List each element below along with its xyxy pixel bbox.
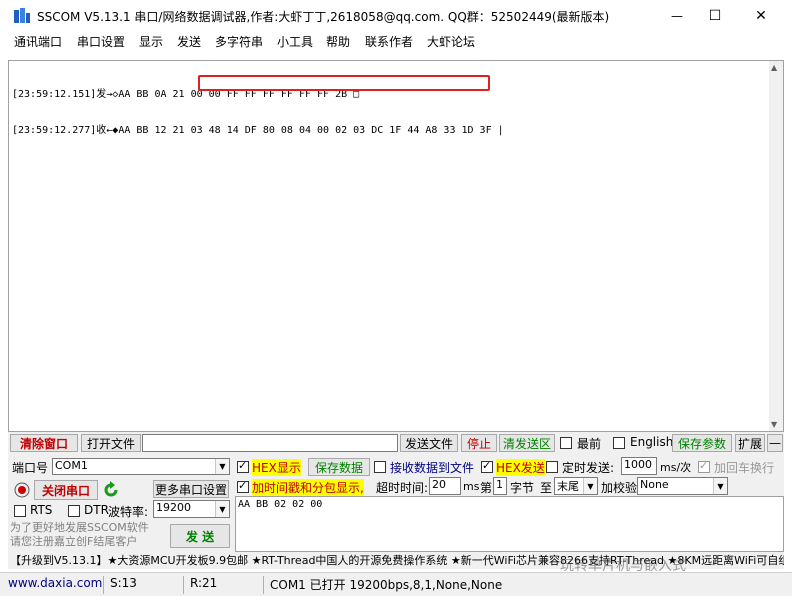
hex-send-checkbox[interactable] bbox=[481, 459, 493, 473]
baud-rate-value: 19200 bbox=[156, 501, 191, 514]
checksum-label: 加校验 bbox=[601, 481, 638, 495]
maximize-button[interactable]: ☐ bbox=[692, 0, 738, 31]
nth-byte-label: 第 bbox=[480, 481, 493, 495]
hex-display-label: HEX显示 bbox=[252, 459, 301, 476]
menu-multi-string[interactable]: 多字符串 bbox=[215, 33, 263, 50]
to-label: 至 bbox=[540, 481, 553, 495]
recv-to-file-label: 接收数据到文件 bbox=[390, 461, 475, 475]
stop-button[interactable]: 停止 bbox=[461, 434, 497, 452]
promo-text[interactable]: 为了更好地发展SSCOM软件 请您注册嘉立创F结尾客户 bbox=[10, 521, 149, 549]
dtr-checkbox[interactable] bbox=[68, 505, 80, 517]
topmost-checkbox[interactable] bbox=[560, 437, 572, 449]
menu-forum[interactable]: 大虾论坛 bbox=[427, 33, 475, 50]
port-status-text: COM1 已打开 19200bps,8,1,None,None bbox=[270, 578, 503, 592]
clear-send-button[interactable]: 清发送区 bbox=[499, 434, 555, 452]
interval-unit-label: ms/次 bbox=[660, 461, 692, 474]
menu-help[interactable]: 帮助 bbox=[326, 33, 350, 50]
rts-label: RTS bbox=[30, 503, 53, 517]
menu-bar: 通讯端口 串口设置 显示 发送 多字符串 小工具 帮助 联系作者 大虾论坛 bbox=[10, 31, 792, 51]
timeout-input[interactable]: 20 bbox=[429, 477, 461, 495]
save-data-button[interactable]: 保存数据 bbox=[308, 458, 370, 476]
timed-send-label: 定时发送: bbox=[562, 461, 615, 475]
send-input[interactable]: AA BB 02 02 00 bbox=[235, 496, 784, 552]
topmost-label: 最前 bbox=[577, 437, 602, 451]
english-checkbox[interactable] bbox=[613, 437, 625, 449]
timestamp-checkbox[interactable] bbox=[237, 479, 249, 493]
menu-comm-port[interactable]: 通讯端口 bbox=[14, 33, 62, 50]
interval-input[interactable]: 1000 bbox=[621, 457, 657, 475]
highlight-annotation bbox=[198, 75, 490, 91]
hex-send-label: HEX发送 bbox=[496, 459, 545, 476]
byte-label: 字节 bbox=[510, 481, 535, 495]
control-panel: 清除窗口 打开文件 发送文件 停止 清发送区 最前 English 保存参数 扩… bbox=[8, 432, 784, 569]
close-port-button[interactable]: 关闭串口 bbox=[34, 480, 98, 500]
add-cr-label: 加回车换行 bbox=[714, 461, 775, 475]
hex-display-checkbox[interactable] bbox=[237, 459, 249, 473]
log-scrollbar[interactable]: ▲ ▼ bbox=[769, 61, 783, 431]
english-label: English bbox=[630, 435, 674, 449]
minimize-icon: — bbox=[671, 8, 683, 23]
website-link[interactable]: www.daxia.com bbox=[4, 576, 104, 594]
timestamp-label: 加时间戳和分包显示, bbox=[252, 479, 364, 496]
chevron-down-icon: ▼ bbox=[583, 478, 597, 494]
maximize-icon: ☐ bbox=[708, 7, 722, 24]
expand-button[interactable]: 扩展 bbox=[735, 434, 765, 452]
scroll-down-icon[interactable]: ▼ bbox=[771, 420, 777, 429]
chevron-down-icon: ▼ bbox=[713, 478, 727, 494]
close-button[interactable]: ✕ bbox=[738, 0, 784, 31]
baud-rate-select[interactable]: 19200 ▼ bbox=[153, 500, 230, 518]
rts-checkbox[interactable] bbox=[14, 505, 26, 517]
clear-window-button[interactable]: 清除窗口 bbox=[10, 434, 78, 452]
menu-send[interactable]: 发送 bbox=[177, 33, 201, 50]
checksum-select[interactable]: None ▼ bbox=[637, 477, 728, 495]
timeout-unit-label: ms bbox=[463, 480, 480, 493]
log-line-received: [23:59:12.277]收←◆AA BB 12 21 03 48 14 DF… bbox=[12, 125, 504, 136]
open-file-button[interactable]: 打开文件 bbox=[81, 434, 141, 452]
baud-rate-label: 波特率: bbox=[108, 505, 149, 519]
watermark: 玩转单片机与嵌入式 bbox=[560, 558, 686, 574]
timed-send-checkbox[interactable] bbox=[546, 461, 558, 473]
status-bar: www.daxia.com S:13 R:21 COM1 已打开 19200bp… bbox=[0, 572, 792, 596]
sscom-app-icon bbox=[14, 8, 30, 23]
menu-contact-author[interactable]: 联系作者 bbox=[365, 33, 413, 50]
receive-log[interactable]: [23:59:12.151]发→◇AA BB 0A 21 00 00 FF FF… bbox=[8, 60, 784, 432]
menu-serial-settings[interactable]: 串口设置 bbox=[77, 33, 125, 50]
file-path-input[interactable] bbox=[142, 434, 398, 452]
close-icon: ✕ bbox=[755, 7, 767, 24]
timeout-label: 超时时间: bbox=[376, 481, 429, 495]
chevron-down-icon: ▼ bbox=[215, 501, 229, 517]
title-bar: SSCOM V5.13.1 串口/网络数据调试器,作者:大虾丁丁,2618058… bbox=[0, 0, 792, 31]
end-value: 末尾 bbox=[557, 480, 579, 493]
menu-display[interactable]: 显示 bbox=[139, 33, 163, 50]
sent-count: S:13 bbox=[106, 576, 184, 594]
recv-to-file-checkbox[interactable] bbox=[374, 461, 386, 473]
send-button[interactable]: 发 送 bbox=[170, 524, 230, 548]
dtr-label: DTR bbox=[84, 503, 109, 517]
end-select[interactable]: 末尾 ▼ bbox=[554, 477, 598, 495]
port-number-label: 端口号 bbox=[12, 461, 49, 475]
save-params-button[interactable]: 保存参数 bbox=[672, 434, 732, 452]
refresh-icon[interactable] bbox=[102, 481, 120, 499]
send-file-button[interactable]: 发送文件 bbox=[400, 434, 458, 452]
checksum-value: None bbox=[640, 478, 669, 491]
nth-byte-input[interactable]: 1 bbox=[493, 477, 507, 495]
collapse-button[interactable]: — bbox=[767, 434, 783, 452]
port-value: COM1 bbox=[55, 459, 88, 472]
window-title: SSCOM V5.13.1 串口/网络数据调试器,作者:大虾丁丁,2618058… bbox=[37, 10, 610, 24]
port-status-icon bbox=[14, 482, 30, 498]
received-count: R:21 bbox=[186, 576, 264, 594]
port-select[interactable]: COM1 ▼ bbox=[52, 458, 230, 475]
chevron-down-icon: ▼ bbox=[215, 459, 229, 474]
scroll-up-icon[interactable]: ▲ bbox=[771, 63, 777, 72]
add-cr-checkbox[interactable] bbox=[698, 459, 710, 473]
menu-tools[interactable]: 小工具 bbox=[277, 33, 313, 50]
more-port-settings-button[interactable]: 更多串口设置 bbox=[153, 480, 229, 498]
